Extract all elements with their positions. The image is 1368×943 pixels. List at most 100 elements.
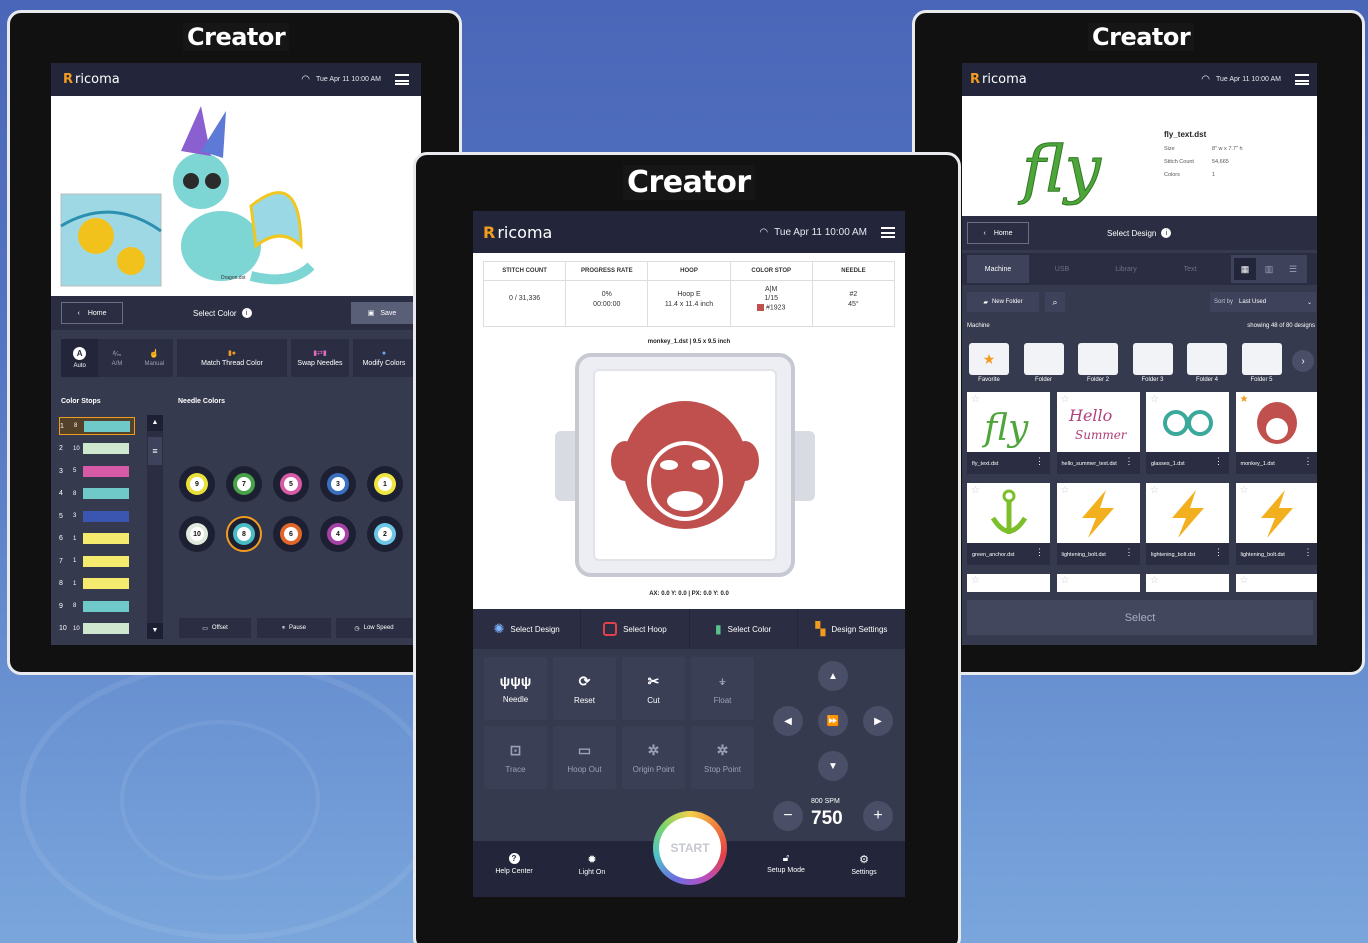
origin-point-button[interactable]: ✲ Origin Point [622,726,685,789]
more-options-icon[interactable]: ⋮ [1125,456,1134,467]
home-button[interactable]: ‹ Home [967,222,1029,244]
more-options-icon[interactable]: ⋮ [1035,456,1044,467]
favorite-star-icon[interactable]: ☆ [971,485,980,496]
design-tile[interactable]: ☆ green_anchor.dst ⋮ [967,483,1050,565]
list-view-icon[interactable]: ☰ [1282,258,1304,280]
save-button[interactable]: ▣ Save [351,302,413,324]
color-stop-row[interactable]: 48 [59,485,129,503]
tab-usb[interactable]: USB [1031,255,1093,283]
menu-icon[interactable] [881,226,895,238]
home-button[interactable]: ‹ Home [61,302,123,324]
info-icon[interactable]: i [1161,228,1172,238]
offset-button[interactable]: ▭ Offset [179,618,251,638]
more-options-icon[interactable]: ⋮ [1214,456,1223,467]
reset-button[interactable]: ⟳ Reset [553,657,616,720]
needle-color-button[interactable]: 10 [179,516,215,552]
folder-icon[interactable] [1187,343,1227,375]
cut-button[interactable]: ✂ Cut [622,657,685,720]
design-tile[interactable]: ☆ lightening_bolt.dst ⋮ [1056,483,1140,565]
tab-text[interactable]: Text [1159,255,1221,283]
tab-library[interactable]: Library [1095,255,1157,283]
folder-icon[interactable] [1023,343,1064,375]
grid-small-icon[interactable]: ▥ [1258,258,1280,280]
sort-dropdown[interactable]: Sort by Last Used ⌄ [1210,292,1316,312]
select-color-tab[interactable]: ▮ Select Color [690,609,798,649]
design-tile[interactable]: fly ☆ fly_text.dst ⋮ [967,392,1050,474]
color-stop-row[interactable]: 2 10 [59,440,129,458]
favorite-star-icon[interactable]: ★ [1240,394,1249,405]
settings-button[interactable]: ⚙ Settings [831,853,897,876]
more-options-icon[interactable]: ⋮ [1304,547,1313,558]
needle-color-button[interactable]: 3 [320,466,356,502]
grid-large-icon[interactable]: ▦ [1234,258,1256,280]
design-tile-partial[interactable]: ☆ [1146,574,1229,592]
tab-machine[interactable]: Machine [967,255,1029,283]
design-tile[interactable]: Hello Summer ☆ hello_summer_text.dst ⋮ [1056,392,1140,474]
speed-increase-button[interactable]: + [863,801,893,831]
design-tile-partial[interactable]: ☆ [1235,574,1317,592]
hoop-out-button[interactable]: ▭ Hoop Out [553,726,616,789]
modify-colors-button[interactable]: ● Modify Colors [353,339,415,377]
mode-auto[interactable]: A Auto [61,339,99,377]
match-thread-color-button[interactable]: ▮● Match Thread Color [177,339,287,377]
needle-color-button[interactable]: 6 [273,516,309,552]
needle-color-button[interactable]: 4 [320,516,356,552]
color-stop-row[interactable]: 18 [59,417,135,435]
help-center-button[interactable]: ? Help Center [481,853,547,875]
design-tile[interactable]: ☆ glasses_1.dst ⋮ [1146,392,1229,474]
design-tile[interactable]: ★ monkey_1.dst ⋮ [1235,392,1317,474]
mode-manual[interactable]: ☝ Manual [136,339,173,377]
pause-button[interactable]: ⏸ Pause [257,618,331,638]
needle-color-button[interactable]: 1 [367,466,403,502]
favorite-star-icon[interactable]: ☆ [1150,394,1159,405]
move-down-icon[interactable]: ▼ [818,751,848,781]
speed-decrease-button[interactable]: − [773,801,803,831]
favorite-star-icon[interactable]: ☆ [971,394,980,405]
scroll-thumb[interactable]: ≡ [148,437,162,465]
color-stop-row[interactable]: 53 [59,507,129,525]
needle-color-button[interactable]: 9 [179,466,215,502]
setup-mode-button[interactable]: 🔓︎ Setup Mode [753,853,819,874]
favorite-star-icon[interactable]: ☆ [971,575,980,586]
color-stop-row[interactable]: 81 [59,575,129,593]
favorite-star-icon[interactable]: ☆ [1061,575,1070,586]
needle-color-button[interactable]: 5 [273,466,309,502]
float-button[interactable]: ⍖ Float [691,657,754,720]
design-tile-partial[interactable]: ☆ [1056,574,1140,592]
needle-color-button[interactable]: 2 [367,516,403,552]
stop-point-button[interactable]: ✲ Stop Point [691,726,754,789]
more-options-icon[interactable]: ⋮ [1214,547,1223,558]
select-button[interactable]: Select [967,600,1313,635]
scroll-up-icon[interactable]: ▲ [147,415,163,431]
more-options-icon[interactable]: ⋮ [1304,456,1313,467]
light-on-button[interactable]: ✹ Light On [559,853,625,876]
needle-color-button[interactable]: 7 [226,466,262,502]
search-button[interactable]: ⌕ [1045,292,1065,312]
color-stop-row[interactable]: 35 [59,462,129,480]
color-stop-row[interactable]: 98 [59,597,129,615]
design-tile[interactable]: ☆ lightening_bolt.dst ⋮ [1146,483,1229,565]
scroll-down-icon[interactable]: ▼ [147,623,163,639]
folder-icon[interactable]: ★ [969,343,1009,375]
needle-color-button[interactable]: 8 [226,516,262,552]
info-icon[interactable]: i [241,308,252,318]
color-stop-row[interactable]: 10 10 [59,620,129,638]
select-design-tab[interactable]: ✺ Select Design [473,609,582,649]
move-right-icon[interactable]: ▶ [863,706,893,736]
favorite-star-icon[interactable]: ☆ [1150,575,1159,586]
design-settings-tab[interactable]: ▚ Design Settings [798,609,905,649]
folders-next-icon[interactable]: › [1292,350,1314,372]
folder-icon[interactable] [1078,343,1118,375]
select-hoop-tab[interactable]: Select Hoop [581,609,690,649]
move-left-icon[interactable]: ◀ [773,706,803,736]
color-stop-row[interactable]: 61 [59,530,129,548]
favorite-star-icon[interactable]: ☆ [1061,394,1070,405]
favorite-star-icon[interactable]: ☆ [1061,485,1070,496]
folder-icon[interactable] [1241,343,1282,375]
fast-forward-icon[interactable]: ⏩ [818,706,848,736]
menu-icon[interactable] [1295,74,1309,85]
favorite-star-icon[interactable]: ☆ [1240,485,1249,496]
design-tile-partial[interactable]: ☆ [967,574,1050,592]
mode-am[interactable]: ᴬ⁄ₘ A/M [98,339,135,377]
stops-scrollbar[interactable]: ▲ ≡ ▼ [147,415,163,639]
